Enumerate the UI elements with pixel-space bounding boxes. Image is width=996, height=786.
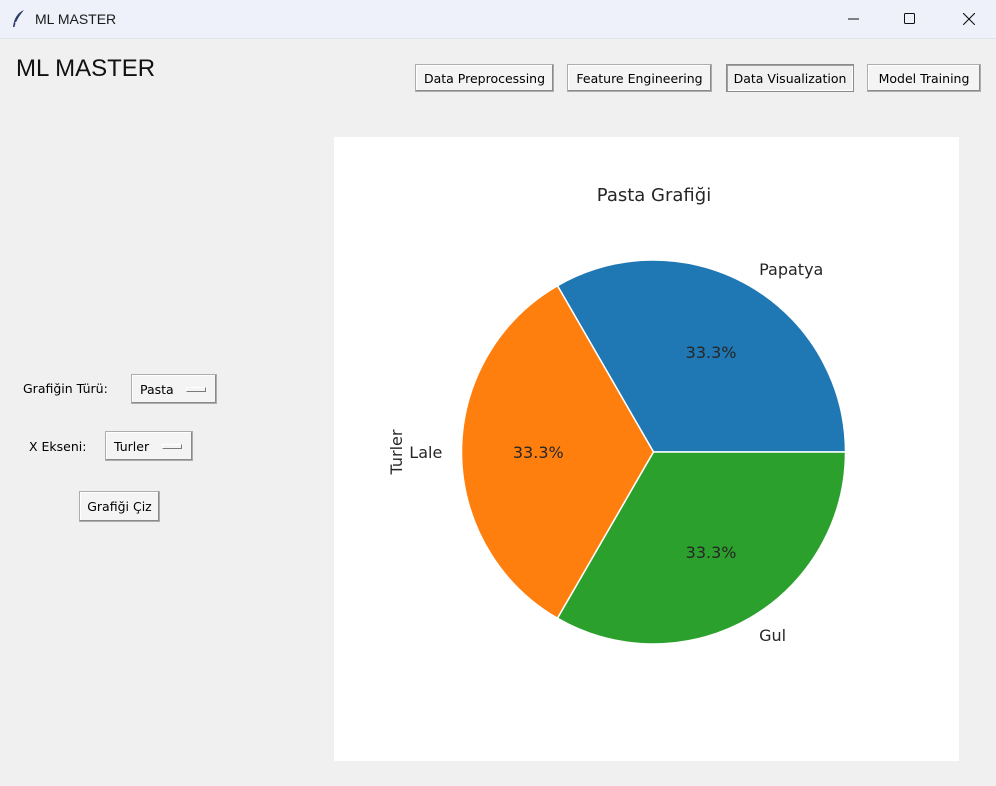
maximize-icon (904, 13, 915, 24)
minimize-button[interactable] (831, 0, 877, 38)
y-axis-label: Turler (387, 429, 406, 475)
x-axis-select[interactable]: Turler (105, 431, 193, 461)
close-button[interactable] (946, 0, 992, 38)
model-training-button[interactable]: Model Training (867, 64, 981, 92)
data-preprocessing-button[interactable]: Data Preprocessing (415, 64, 554, 92)
pie-category-label: Gul (759, 626, 786, 645)
pie-percent-label: 33.3% (686, 343, 737, 362)
chart-type-select[interactable]: Pasta (131, 374, 217, 404)
pie-percent-label: 33.3% (513, 443, 564, 462)
window-title: ML MASTER (35, 11, 117, 27)
chart-title: Pasta Grafiği (597, 185, 711, 206)
chart-type-label: Grafiğin Türü: (23, 381, 108, 396)
chart-canvas: Pasta Grafiği Turler 33.3% Papatya 33.3% La… (334, 137, 959, 761)
pie-percent-label: 33.3% (686, 543, 737, 562)
window-titlebar[interactable]: ML MASTER (0, 0, 996, 39)
pie-chart: Pasta Grafiği Turler 33.3% Papatya 33.3% La… (387, 185, 847, 645)
x-axis-value: Turler (114, 439, 150, 454)
draw-chart-button[interactable]: Grafiği Çiz (79, 491, 160, 522)
maximize-button[interactable] (887, 0, 933, 38)
close-icon (963, 13, 975, 25)
chart-type-value: Pasta (140, 382, 174, 397)
x-axis-label: X Ekseni: (29, 439, 87, 454)
data-visualization-button[interactable]: Data Visualization (726, 64, 854, 92)
app-title: ML MASTER (16, 55, 156, 82)
minimize-icon (848, 18, 859, 20)
feather-icon (11, 9, 27, 29)
feature-engineering-button[interactable]: Feature Engineering (567, 64, 712, 92)
dropdown-indicator-icon (162, 444, 182, 449)
pie-category-label: Lale (409, 443, 442, 462)
dropdown-indicator-icon (186, 387, 206, 392)
pie-category-label: Papatya (759, 260, 823, 279)
